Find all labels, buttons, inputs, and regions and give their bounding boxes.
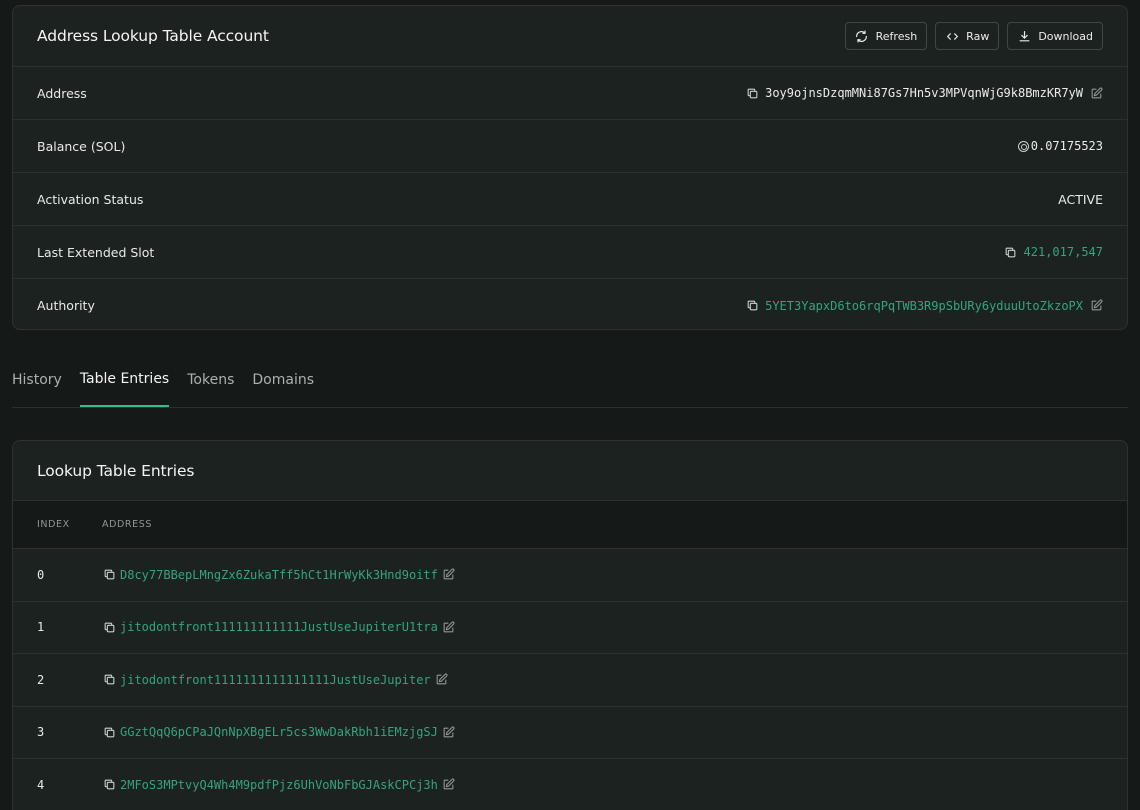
raw-label: Raw (966, 29, 990, 43)
address-label: Address (37, 85, 87, 101)
entry-index: 3 (37, 725, 45, 740)
entry-index: 4 (37, 777, 45, 792)
entries-card-header: Lookup Table Entries (13, 441, 1127, 501)
copy-icon[interactable] (745, 86, 759, 100)
header-actions: Refresh Raw Download (844, 22, 1103, 50)
tab-history[interactable]: History (12, 352, 62, 407)
edit-icon[interactable] (442, 620, 456, 634)
table-header: INDEX ADDRESS (13, 501, 1127, 549)
balance-value: 0.07175523 (1030, 139, 1103, 153)
entry-address-group: 2MFoS3MPtvyQ4Wh4M9pdfPjz6UhVoNbFbGJAskCP… (102, 778, 456, 792)
table-row: 4 2MFoS3MPtvyQ4Wh4M9pdfPjz6UhVoNbFbGJAskC… (13, 759, 1127, 810)
copy-icon[interactable] (745, 299, 759, 313)
account-card-header: Address Lookup Table Account Refresh Raw… (13, 6, 1127, 67)
tab-tokens[interactable]: Tokens (187, 352, 234, 407)
download-icon (1017, 29, 1031, 43)
authority-link[interactable]: 5YET3YapxD6to6rqPqTWB3R9pSbURy6yduuUtoZk… (765, 299, 1083, 313)
tab-table-entries[interactable]: Table Entries (79, 352, 170, 407)
balance-label: Balance (SOL) (37, 138, 126, 154)
activation-status-label: Activation Status (37, 191, 144, 207)
entries-card: Lookup Table Entries INDEX ADDRESS 0 D8cy… (12, 440, 1128, 810)
copy-icon[interactable] (102, 778, 116, 792)
slot-link[interactable]: 421,017,547 (1024, 245, 1103, 259)
entry-address-group: jitodontfront111111111111JustUseJupiterU… (102, 620, 456, 634)
balance-row: Balance (SOL) 0.07175523 (13, 120, 1127, 173)
activation-status-row: Activation Status ACTIVE (13, 173, 1127, 226)
copy-icon[interactable] (102, 568, 116, 582)
entry-address-group: GGztQqQ6pCPaJQnNpXBgELr5cs3WwDakRbh1iEMz… (102, 725, 456, 739)
entry-address-group: jitodontfront1111111111111111JustUseJupi… (102, 673, 449, 687)
account-title: Address Lookup Table Account (37, 27, 269, 45)
authority-label: Authority (37, 298, 95, 313)
copy-icon[interactable] (1004, 245, 1018, 259)
entry-address-group: D8cy77BBepLMngZx6ZukaTff5hCt1HrWyKk3Hnd9… (102, 568, 456, 582)
edit-icon[interactable] (442, 778, 456, 792)
copy-icon[interactable] (102, 725, 116, 739)
last-extended-slot-label: Last Extended Slot (37, 244, 155, 260)
copy-icon[interactable] (102, 620, 116, 634)
code-icon (945, 29, 959, 43)
edit-icon[interactable] (442, 725, 456, 739)
tab-bar: History Table Entries Tokens Domains (12, 352, 1128, 408)
raw-button[interactable]: Raw (935, 22, 1000, 50)
tab-domains[interactable]: Domains (252, 352, 314, 407)
refresh-icon (855, 29, 869, 43)
edit-icon[interactable] (1089, 299, 1103, 313)
table-row: 1 jitodontfront111111111111JustUseJupiter… (13, 602, 1127, 654)
account-card: Address Lookup Table Account Refresh Raw… (12, 5, 1128, 330)
table-row: 2 jitodontfront1111111111111111JustUseJup… (13, 654, 1127, 707)
column-header-address: ADDRESS (102, 519, 152, 530)
entry-index: 2 (37, 672, 45, 687)
download-label: Download (1038, 29, 1093, 43)
entry-address-link[interactable]: GGztQqQ6pCPaJQnNpXBgELr5cs3WwDakRbh1iEMz… (120, 725, 438, 739)
edit-icon[interactable] (1089, 86, 1103, 100)
address-value: 3oy9ojnsDzqmMNi87Gs7Hn5v3MPVqnWjG9k8BmzK… (765, 86, 1083, 100)
address-value-group: 3oy9ojnsDzqmMNi87Gs7Hn5v3MPVqnWjG9k8BmzK… (745, 86, 1103, 100)
table-row: 3 GGztQqQ6pCPaJQnNpXBgELr5cs3WwDakRbh1iEM… (13, 707, 1127, 759)
entry-index: 1 (37, 620, 45, 635)
refresh-label: Refresh (875, 29, 918, 43)
sol-coin-icon (1017, 140, 1029, 152)
edit-icon[interactable] (442, 568, 456, 582)
slot-value-group: 421,017,547 (1004, 245, 1103, 259)
entries-title: Lookup Table Entries (37, 461, 195, 480)
column-header-index: INDEX (37, 519, 70, 530)
entry-address-link[interactable]: D8cy77BBepLMngZx6ZukaTff5hCt1HrWyKk3Hnd9… (120, 568, 438, 582)
edit-icon[interactable] (435, 673, 449, 687)
table-body: 0 D8cy77BBepLMngZx6ZukaTff5hCt1HrWyKk3Hnd… (13, 549, 1127, 810)
table-row: 0 D8cy77BBepLMngZx6ZukaTff5hCt1HrWyKk3Hnd… (13, 549, 1127, 602)
entry-address-link[interactable]: jitodontfront111111111111JustUseJupiterU… (120, 620, 438, 634)
copy-icon[interactable] (102, 673, 116, 687)
balance-value-group: 0.07175523 (1017, 139, 1103, 153)
activation-status-value: ACTIVE (1058, 191, 1103, 207)
download-button[interactable]: Download (1007, 22, 1103, 50)
entry-address-link[interactable]: 2MFoS3MPtvyQ4Wh4M9pdfPjz6UhVoNbFbGJAskCP… (120, 778, 438, 792)
last-extended-slot-row: Last Extended Slot 421,017,547 (13, 226, 1127, 279)
entry-index: 0 (37, 567, 45, 582)
address-row: Address 3oy9ojnsDzqmMNi87Gs7Hn5v3MPVqnWj… (13, 67, 1127, 120)
authority-value-group: 5YET3YapxD6to6rqPqTWB3R9pSbURy6yduuUtoZk… (745, 299, 1103, 313)
entry-address-link[interactable]: jitodontfront1111111111111111JustUseJupi… (120, 673, 431, 687)
authority-row: Authority 5YET3YapxD6to6rqPqTWB3R9pSbURy… (13, 279, 1127, 329)
refresh-button[interactable]: Refresh (844, 22, 928, 50)
